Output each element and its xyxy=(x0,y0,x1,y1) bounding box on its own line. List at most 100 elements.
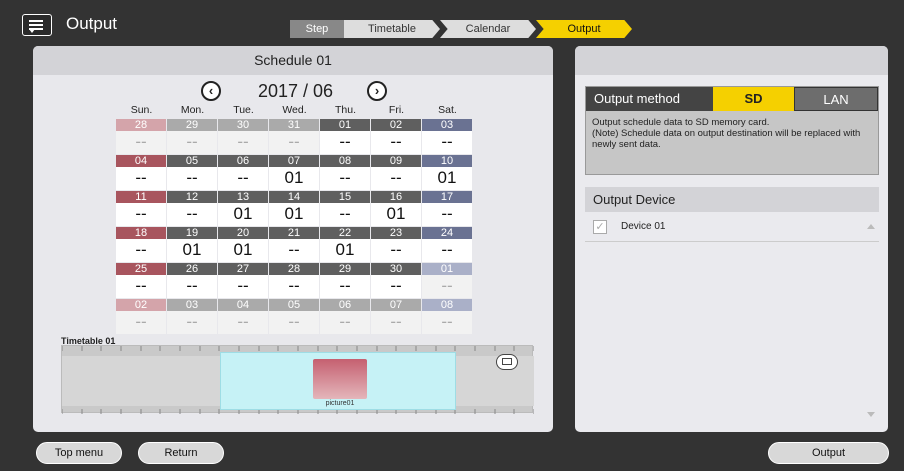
calendar-day[interactable]: 20 01 xyxy=(218,227,268,262)
day-number: 22 xyxy=(320,227,370,239)
scroll-down-icon[interactable] xyxy=(867,412,875,417)
calendar-day[interactable]: 05 -- xyxy=(269,299,319,334)
calendar-day[interactable]: 06 -- xyxy=(320,299,370,334)
day-number: 05 xyxy=(167,155,217,167)
calendar-day[interactable]: 06 -- xyxy=(218,155,268,190)
calendar-day[interactable]: 03 -- xyxy=(167,299,217,334)
weekday-label: Wed. xyxy=(282,104,307,116)
calendar-day[interactable]: 11 -- xyxy=(116,191,166,226)
calendar-week: 04 -- 05 -- 06 -- 07 01 08 -- 09 -- 10 01 xyxy=(116,155,473,190)
calendar-day[interactable]: 27 -- xyxy=(218,263,268,298)
day-number: 19 xyxy=(167,227,217,239)
calendar-grid: 28 -- 29 -- 30 -- 31 -- 01 -- 02 -- 03 -- 04 -- 05 -- 06 --… xyxy=(116,119,473,335)
calendar-day[interactable]: 26 -- xyxy=(167,263,217,298)
day-number: 23 xyxy=(371,227,421,239)
calendar-day[interactable]: 16 01 xyxy=(371,191,421,226)
day-timetable-value: -- xyxy=(371,167,421,190)
calendar-day[interactable]: 02 -- xyxy=(371,119,421,154)
day-number: 13 xyxy=(218,191,268,203)
calendar-day[interactable]: 19 01 xyxy=(167,227,217,262)
calendar-day[interactable]: 21 -- xyxy=(269,227,319,262)
calendar-day[interactable]: 09 -- xyxy=(371,155,421,190)
picture-label: picture01 xyxy=(325,400,355,407)
day-timetable-value: -- xyxy=(422,131,472,154)
day-number: 21 xyxy=(269,227,319,239)
calendar-day[interactable]: 28 -- xyxy=(116,119,166,154)
day-timetable-value: -- xyxy=(167,311,217,334)
day-timetable-value: -- xyxy=(320,275,370,298)
calendar-week: 11 -- 12 -- 13 01 14 01 15 -- 16 01 17 -- xyxy=(116,191,473,226)
calendar-day[interactable]: 12 -- xyxy=(167,191,217,226)
day-number: 26 xyxy=(167,263,217,275)
day-number: 04 xyxy=(218,299,268,311)
calendar-day[interactable]: 01 -- xyxy=(422,263,472,298)
output-button[interactable]: Output xyxy=(768,442,889,464)
sd-button[interactable]: SD xyxy=(713,87,794,111)
calendar-day[interactable]: 01 -- xyxy=(320,119,370,154)
step-calendar[interactable]: Calendar xyxy=(440,20,536,38)
day-number: 25 xyxy=(116,263,166,275)
calendar-day[interactable]: 30 -- xyxy=(218,119,268,154)
calendar-day[interactable]: 17 -- xyxy=(422,191,472,226)
calendar-day[interactable]: 29 -- xyxy=(167,119,217,154)
output-panel: Output method SD LAN Output schedule dat… xyxy=(575,46,888,432)
weekday-header: Sun. Mon. Tue. Wed. Thu. Fri. Sat. xyxy=(116,105,473,116)
device-row[interactable]: ✓ Device 01 xyxy=(585,212,879,242)
calendar-day[interactable]: 04 -- xyxy=(116,155,166,190)
day-timetable-value: -- xyxy=(371,311,421,334)
day-timetable-value: -- xyxy=(371,239,421,262)
calendar-day[interactable]: 02 -- xyxy=(116,299,166,334)
top-menu-button[interactable]: Top menu xyxy=(36,442,122,464)
calendar-day[interactable]: 10 01 xyxy=(422,155,472,190)
day-timetable-value: -- xyxy=(116,239,166,262)
day-timetable-value: 01 xyxy=(167,239,217,262)
lan-button[interactable]: LAN xyxy=(794,87,878,111)
calendar-day[interactable]: 29 -- xyxy=(320,263,370,298)
device-name: Device 01 xyxy=(621,221,666,232)
schedule-title: Schedule 01 xyxy=(33,46,553,75)
calendar-day[interactable]: 03 -- xyxy=(422,119,472,154)
calendar-day[interactable]: 31 -- xyxy=(269,119,319,154)
calendar-day[interactable]: 23 -- xyxy=(371,227,421,262)
prev-month-button[interactable]: ‹ xyxy=(201,81,221,101)
next-month-button[interactable]: › xyxy=(367,81,387,101)
calendar-day[interactable]: 07 -- xyxy=(371,299,421,334)
calendar-nav: ‹ 2017 / 06 › xyxy=(33,81,553,103)
expand-icon[interactable] xyxy=(496,354,518,370)
day-number: 05 xyxy=(269,299,319,311)
checkbox-icon[interactable]: ✓ xyxy=(593,219,607,234)
current-month: 2017 / 06 xyxy=(258,81,334,101)
menu-icon[interactable] xyxy=(22,14,52,36)
calendar-day[interactable]: 13 01 xyxy=(218,191,268,226)
day-timetable-value: -- xyxy=(422,275,472,298)
day-timetable-value: 01 xyxy=(269,203,319,226)
calendar-day[interactable]: 25 -- xyxy=(116,263,166,298)
calendar-day[interactable]: 04 -- xyxy=(218,299,268,334)
day-number: 04 xyxy=(116,155,166,167)
step-timetable[interactable]: Timetable xyxy=(344,20,440,38)
calendar-day[interactable]: 28 -- xyxy=(269,263,319,298)
day-timetable-value: -- xyxy=(269,275,319,298)
calendar-day[interactable]: 24 -- xyxy=(422,227,472,262)
step-output[interactable]: Output xyxy=(536,20,632,38)
calendar-day[interactable]: 14 01 xyxy=(269,191,319,226)
scrollbar[interactable] xyxy=(865,212,877,425)
day-number: 02 xyxy=(371,119,421,131)
calendar-day[interactable]: 18 -- xyxy=(116,227,166,262)
calendar-day[interactable]: 08 -- xyxy=(422,299,472,334)
calendar-day[interactable]: 08 -- xyxy=(320,155,370,190)
day-number: 29 xyxy=(167,119,217,131)
scroll-up-icon[interactable] xyxy=(867,224,875,229)
calendar-day[interactable]: 07 01 xyxy=(269,155,319,190)
calendar-day[interactable]: 30 -- xyxy=(371,263,421,298)
calendar-day[interactable]: 05 -- xyxy=(167,155,217,190)
calendar-day[interactable]: 22 01 xyxy=(320,227,370,262)
day-number: 06 xyxy=(218,155,268,167)
day-timetable-value: -- xyxy=(167,203,217,226)
day-timetable-value: -- xyxy=(167,275,217,298)
day-timetable-value: -- xyxy=(116,275,166,298)
calendar-day[interactable]: 15 -- xyxy=(320,191,370,226)
day-number: 09 xyxy=(371,155,421,167)
timeline-segment[interactable]: picture01 xyxy=(220,352,456,410)
return-button[interactable]: Return xyxy=(138,442,224,464)
